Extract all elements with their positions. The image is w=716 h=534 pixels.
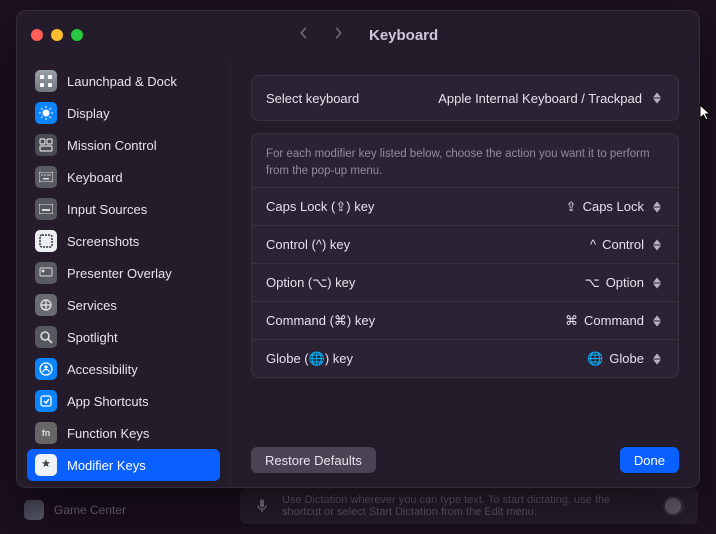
updown-icon	[650, 313, 664, 329]
sidebar-item-label: App Shortcuts	[67, 394, 149, 409]
modifier-value: 🌐Globe	[587, 351, 664, 367]
modifier-value: ⌥Option	[585, 275, 664, 291]
main-content: Select keyboard Apple Internal Keyboard …	[231, 59, 699, 487]
sidebar-item-label: Modifier Keys	[67, 458, 146, 473]
updown-icon	[650, 237, 664, 253]
mission-control-icon	[35, 134, 57, 156]
function-keys-icon: fn	[35, 422, 57, 444]
presenter-overlay-icon	[35, 262, 57, 284]
game-center-label: Game Center	[54, 503, 126, 517]
sidebar-item-input-sources[interactable]: Input Sources	[27, 193, 220, 225]
sidebar-item-spotlight[interactable]: Spotlight	[27, 321, 220, 353]
updown-icon	[650, 199, 664, 215]
spotlight-icon	[35, 326, 57, 348]
sidebar-item-label: Services	[67, 298, 117, 313]
sidebar-item-label: Display	[67, 106, 110, 121]
modifier-row-globe[interactable]: Globe (🌐) key 🌐Globe	[252, 340, 678, 377]
sidebar-item-label: Keyboard	[67, 170, 123, 185]
modifier-label: Globe (🌐) key	[266, 351, 353, 367]
updown-icon	[650, 351, 664, 367]
dictation-toggle[interactable]	[663, 496, 684, 516]
sidebar-item-launchpad-dock[interactable]: Launchpad & Dock	[27, 65, 220, 97]
sidebar-item-accessibility[interactable]: Accessibility	[27, 353, 220, 385]
sidebar-item-label: Launchpad & Dock	[67, 74, 177, 89]
modifier-label: Control (^) key	[266, 237, 350, 252]
sidebar-item-mission-control[interactable]: Mission Control	[27, 129, 220, 161]
modifiers-panel: For each modifier key listed below, choo…	[251, 133, 679, 378]
settings-modal: Keyboard Launchpad & Dock Display Mission …	[16, 10, 700, 488]
dictation-text: Use Dictation wherever you can type text…	[282, 494, 651, 518]
page-title: Keyboard	[369, 27, 438, 44]
nav-forward-button[interactable]	[331, 26, 345, 45]
select-keyboard-label: Select keyboard	[266, 91, 359, 106]
game-center-icon	[24, 500, 44, 520]
sidebar-item-app-shortcuts[interactable]: App Shortcuts	[27, 385, 220, 417]
close-window-button[interactable]	[31, 29, 43, 41]
select-keyboard-value: Apple Internal Keyboard / Trackpad	[438, 91, 642, 106]
modifier-keys-icon	[35, 454, 57, 476]
minimize-window-button[interactable]	[51, 29, 63, 41]
game-center-row-bg: Game Center	[24, 500, 126, 520]
titlebar: Keyboard	[17, 11, 699, 59]
restore-defaults-button[interactable]: Restore Defaults	[251, 447, 376, 473]
sidebar-item-label: Spotlight	[67, 330, 118, 345]
app-shortcuts-icon	[35, 390, 57, 412]
sidebar-item-label: Mission Control	[67, 138, 157, 153]
sidebar-item-keyboard[interactable]: Keyboard	[27, 161, 220, 193]
modifier-value: ⇪Caps Lock	[566, 199, 664, 215]
microphone-icon	[254, 494, 270, 518]
sidebar-item-screenshots[interactable]: Screenshots	[27, 225, 220, 257]
sidebar-item-presenter-overlay[interactable]: Presenter Overlay	[27, 257, 220, 289]
modifier-value: ^Control	[590, 237, 664, 253]
sidebar-item-label: Input Sources	[67, 202, 147, 217]
sidebar-item-label: Accessibility	[67, 362, 138, 377]
select-keyboard-panel: Select keyboard Apple Internal Keyboard …	[251, 75, 679, 121]
sidebar-item-label: Function Keys	[67, 426, 149, 441]
modifier-value: ⌘Command	[565, 313, 664, 329]
sidebar-item-function-keys[interactable]: fn Function Keys	[27, 417, 220, 449]
nav-back-button[interactable]	[297, 26, 311, 45]
done-button[interactable]: Done	[620, 447, 679, 473]
modifier-row-control[interactable]: Control (^) key ^Control	[252, 226, 678, 263]
helper-text: For each modifier key listed below, choo…	[252, 134, 678, 187]
sidebar-item-label: Screenshots	[67, 234, 139, 249]
accessibility-icon	[35, 358, 57, 380]
input-sources-icon	[35, 198, 57, 220]
updown-icon	[650, 275, 664, 291]
launchpad-dock-icon	[35, 70, 57, 92]
traffic-lights	[31, 29, 83, 41]
sidebar: Launchpad & Dock Display Mission Control Ke…	[17, 59, 231, 487]
keyboard-icon	[35, 166, 57, 188]
modifier-row-caps-lock[interactable]: Caps Lock (⇪) key ⇪Caps Lock	[252, 188, 678, 225]
display-icon	[35, 102, 57, 124]
updown-icon	[650, 90, 664, 106]
sidebar-item-modifier-keys[interactable]: Modifier Keys	[27, 449, 220, 481]
dictation-row-bg: Use Dictation wherever you can type text…	[240, 488, 698, 524]
sidebar-item-display[interactable]: Display	[27, 97, 220, 129]
modifier-label: Command (⌘) key	[266, 313, 375, 329]
modifier-row-option[interactable]: Option (⌥) key ⌥Option	[252, 264, 678, 301]
sidebar-item-label: Presenter Overlay	[67, 266, 172, 281]
services-icon	[35, 294, 57, 316]
sidebar-item-services[interactable]: Services	[27, 289, 220, 321]
modifier-label: Option (⌥) key	[266, 275, 355, 291]
zoom-window-button[interactable]	[71, 29, 83, 41]
modifier-label: Caps Lock (⇪) key	[266, 199, 374, 215]
modifier-row-command[interactable]: Command (⌘) key ⌘Command	[252, 302, 678, 339]
screenshots-icon	[35, 230, 57, 252]
select-keyboard-row[interactable]: Select keyboard Apple Internal Keyboard …	[252, 76, 678, 120]
